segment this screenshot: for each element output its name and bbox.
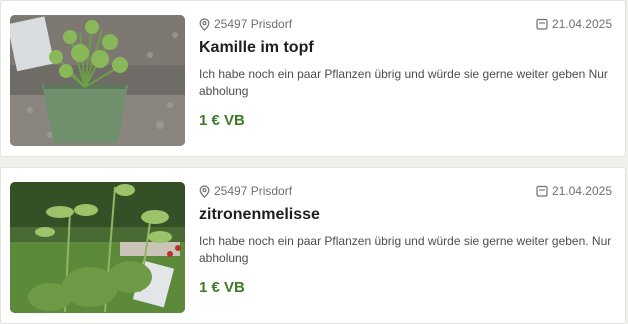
listing-title[interactable]: zitronenmelisse (199, 205, 320, 225)
location-text: 25497 Prisdorf (214, 184, 293, 198)
listing-image[interactable] (10, 15, 185, 146)
listing-price: 1 € VB (199, 112, 245, 129)
listing-price: 1 € VB (199, 279, 245, 296)
listing-image[interactable] (10, 182, 185, 313)
listing-description: Ich habe noch ein paar Pflanzen übrig un… (199, 234, 612, 265)
calendar-icon (536, 185, 548, 197)
listing-description: Ich habe noch ein paar Pflanzen übrig un… (199, 67, 608, 98)
listing-date: 21.04.2025 (536, 16, 612, 32)
listing-card[interactable]: 25497 Prisdorf 21.04.2025 zitronenmeliss… (0, 167, 626, 324)
listing-location: 25497 Prisdorf (199, 183, 292, 199)
listing-date: 21.04.2025 (536, 183, 612, 199)
listing-title[interactable]: Kamille im topf (199, 38, 314, 58)
location-text: 25497 Prisdorf (214, 17, 293, 31)
map-pin-icon (199, 17, 210, 31)
listing-card[interactable]: 25497 Prisdorf 21.04.2025 Kamille im top… (0, 0, 626, 157)
date-text: 21.04.2025 (551, 17, 612, 31)
date-text: 21.04.2025 (551, 184, 612, 198)
listing-location: 25497 Prisdorf (199, 16, 292, 32)
calendar-icon (536, 18, 548, 30)
map-pin-icon (199, 184, 210, 198)
